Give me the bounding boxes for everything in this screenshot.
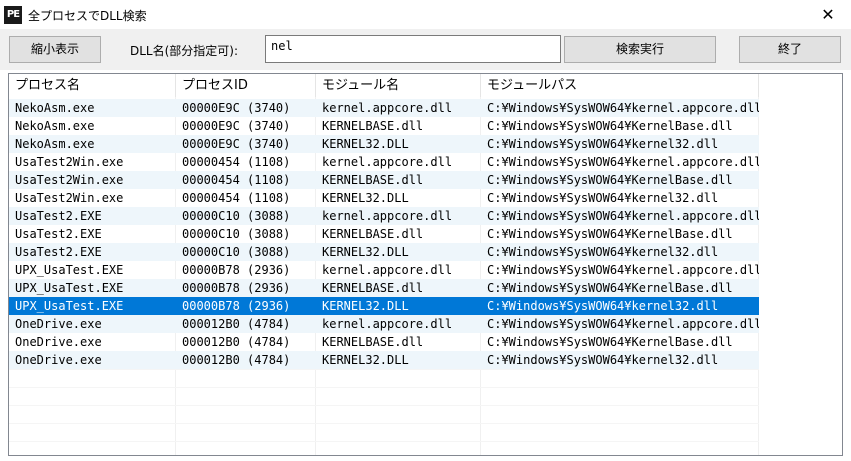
list-header: プロセス名 プロセスID モジュール名 モジュールパス xyxy=(9,74,842,97)
cell-module-path: C:¥Windows¥SysWOW64¥KernelBase.dll xyxy=(487,335,733,349)
dll-name-label: DLL名(部分指定可): xyxy=(130,44,239,58)
table-row[interactable]: OneDrive.exe 000012B0 (4784) kernel.appcor… xyxy=(9,315,759,333)
table-row[interactable]: UsaTest2.EXE 00000C10 (3088) KERNELBASE.dl… xyxy=(9,225,759,243)
cell-process-id: 00000B78 (2936) xyxy=(182,263,291,277)
table-row[interactable]: UsaTest2Win.exe 00000454 (1108) kernel.app… xyxy=(9,153,759,171)
cell-process-name: OneDrive.exe xyxy=(15,353,102,367)
cell-module-path: C:¥Windows¥SysWOW64¥kernel32.dll xyxy=(487,137,719,151)
cell-process-id: 00000E9C (3740) xyxy=(182,101,291,115)
cell-module-path: C:¥Windows¥SysWOW64¥kernel.appcore.dll xyxy=(487,209,759,223)
cell-process-name: OneDrive.exe xyxy=(15,335,102,349)
row-separator xyxy=(9,387,759,388)
cell-process-id: 00000454 (1108) xyxy=(182,155,291,169)
cell-module-path: C:¥Windows¥SysWOW64¥kernel32.dll xyxy=(487,353,719,367)
cell-process-id: 00000C10 (3088) xyxy=(182,227,291,241)
cell-module-name: KERNELBASE.dll xyxy=(322,281,424,295)
table-row[interactable]: UsaTest2Win.exe 00000454 (1108) KERNELBASE… xyxy=(9,171,759,189)
cell-module-name: KERNEL32.DLL xyxy=(322,191,409,205)
cell-process-name: UPX_UsaTest.EXE xyxy=(15,281,124,295)
cell-module-name: KERNELBASE.dll xyxy=(322,335,424,349)
cell-process-name: UsaTest2.EXE xyxy=(15,227,102,241)
table-row[interactable]: UsaTest2.EXE 00000C10 (3088) kernel.appcor… xyxy=(9,207,759,225)
table-row[interactable]: NekoAsm.exe 00000E9C (3740) kernel.appcore… xyxy=(9,99,759,117)
dll-name-input[interactable]: nel xyxy=(265,35,561,63)
cell-module-name: KERNEL32.DLL xyxy=(322,137,409,151)
cell-process-id: 000012B0 (4784) xyxy=(182,353,291,367)
cell-process-name: UsaTest2Win.exe xyxy=(15,155,124,169)
cell-module-path: C:¥Windows¥SysWOW64¥kernel.appcore.dll xyxy=(487,263,759,277)
cell-module-path: C:¥Windows¥SysWOW64¥KernelBase.dll xyxy=(487,227,733,241)
table-row[interactable]: UPX_UsaTest.EXE 00000B78 (2936) KERNELBASE… xyxy=(9,279,759,297)
cell-module-path: C:¥Windows¥SysWOW64¥kernel32.dll xyxy=(487,191,719,205)
column-header-module-name[interactable]: モジュール名 xyxy=(316,74,481,97)
table-row[interactable]: NekoAsm.exe 00000E9C (3740) KERNELBASE.dll… xyxy=(9,117,759,135)
table-row[interactable]: OneDrive.exe 000012B0 (4784) KERNEL32.DLL C… xyxy=(9,351,759,369)
cell-process-id: 00000B78 (2936) xyxy=(182,299,291,313)
window-title: 全プロセスでDLL検索 xyxy=(28,9,147,23)
toolbar: 縮小表示 DLL名(部分指定可): nel 検索実行 終了 xyxy=(0,30,851,70)
cell-process-name: OneDrive.exe xyxy=(15,317,102,331)
row-separator xyxy=(9,441,759,442)
row-separator xyxy=(9,423,759,424)
cell-module-path: C:¥Windows¥SysWOW64¥kernel32.dll xyxy=(487,299,719,313)
cell-process-name: UPX_UsaTest.EXE xyxy=(15,263,124,277)
cell-module-path: C:¥Windows¥SysWOW64¥kernel.appcore.dll xyxy=(487,317,759,331)
cell-process-id: 000012B0 (4784) xyxy=(182,317,291,331)
table-row[interactable]: NekoAsm.exe 00000E9C (3740) KERNEL32.DLL C:… xyxy=(9,135,759,153)
row-separator xyxy=(9,369,759,370)
table-row[interactable]: UPX_UsaTest.EXE 00000B78 (2936) KERNEL32.D… xyxy=(9,297,759,315)
cell-process-name: NekoAsm.exe xyxy=(15,119,95,133)
table-row[interactable]: OneDrive.exe 000012B0 (4784) KERNELBASE.dl… xyxy=(9,333,759,351)
table-row[interactable]: UsaTest2Win.exe 00000454 (1108) KERNEL32.D… xyxy=(9,189,759,207)
cell-module-path: C:¥Windows¥SysWOW64¥KernelBase.dll xyxy=(487,281,733,295)
cell-process-name: NekoAsm.exe xyxy=(15,101,95,115)
column-header-module-path[interactable]: モジュールパス xyxy=(481,74,759,97)
cell-process-id: 00000B78 (2936) xyxy=(182,281,291,295)
cell-process-id: 00000454 (1108) xyxy=(182,173,291,187)
exit-button[interactable]: 終了 xyxy=(739,36,841,63)
cell-module-name: KERNELBASE.dll xyxy=(322,227,424,241)
list-rows: NekoAsm.exe 00000E9C (3740) kernel.appcore… xyxy=(9,99,759,369)
cell-process-name: UPX_UsaTest.EXE xyxy=(15,299,124,313)
cell-process-name: UsaTest2.EXE xyxy=(15,245,102,259)
close-button[interactable]: ✕ xyxy=(805,0,851,30)
cell-process-name: NekoAsm.exe xyxy=(15,137,95,151)
app-icon: PE xyxy=(4,6,22,24)
cell-process-id: 00000E9C (3740) xyxy=(182,119,291,133)
cell-module-path: C:¥Windows¥SysWOW64¥kernel32.dll xyxy=(487,245,719,259)
cell-module-name: KERNEL32.DLL xyxy=(322,353,409,367)
table-row[interactable]: UsaTest2.EXE 00000C10 (3088) KERNEL32.DLL C… xyxy=(9,243,759,261)
cell-module-name: KERNELBASE.dll xyxy=(322,119,424,133)
cell-process-id: 00000454 (1108) xyxy=(182,191,291,205)
cell-module-name: kernel.appcore.dll xyxy=(322,209,453,223)
cell-module-path: C:¥Windows¥SysWOW64¥kernel.appcore.dll xyxy=(487,155,759,169)
cell-process-id: 00000E9C (3740) xyxy=(182,137,291,151)
table-row[interactable]: UPX_UsaTest.EXE 00000B78 (2936) kernel.app… xyxy=(9,261,759,279)
cell-module-name: KERNEL32.DLL xyxy=(322,299,409,313)
title-bar: PE 全プロセスでDLL検索 ✕ xyxy=(0,0,851,30)
cell-process-name: UsaTest2Win.exe xyxy=(15,191,124,205)
cell-process-id: 00000C10 (3088) xyxy=(182,209,291,223)
cell-module-name: kernel.appcore.dll xyxy=(322,155,453,169)
cell-module-name: kernel.appcore.dll xyxy=(322,317,453,331)
cell-module-path: C:¥Windows¥SysWOW64¥KernelBase.dll xyxy=(487,119,733,133)
cell-module-path: C:¥Windows¥SysWOW64¥KernelBase.dll xyxy=(487,173,733,187)
column-header-process-name[interactable]: プロセス名 xyxy=(9,74,176,97)
cell-module-path: C:¥Windows¥SysWOW64¥kernel.appcore.dll xyxy=(487,101,759,115)
column-header-process-id[interactable]: プロセスID xyxy=(176,74,316,97)
cell-process-id: 00000C10 (3088) xyxy=(182,245,291,259)
cell-process-name: UsaTest2.EXE xyxy=(15,209,102,223)
shrink-view-button[interactable]: 縮小表示 xyxy=(9,36,101,63)
cell-module-name: kernel.appcore.dll xyxy=(322,101,453,115)
module-list[interactable]: プロセス名 プロセスID モジュール名 モジュールパス NekoAsm.exe 0… xyxy=(8,73,843,456)
cell-module-name: KERNELBASE.dll xyxy=(322,173,424,187)
cell-module-name: kernel.appcore.dll xyxy=(322,263,453,277)
search-button[interactable]: 検索実行 xyxy=(564,36,716,63)
cell-process-id: 000012B0 (4784) xyxy=(182,335,291,349)
cell-process-name: UsaTest2Win.exe xyxy=(15,173,124,187)
row-separator xyxy=(9,405,759,406)
cell-module-name: KERNEL32.DLL xyxy=(322,245,409,259)
